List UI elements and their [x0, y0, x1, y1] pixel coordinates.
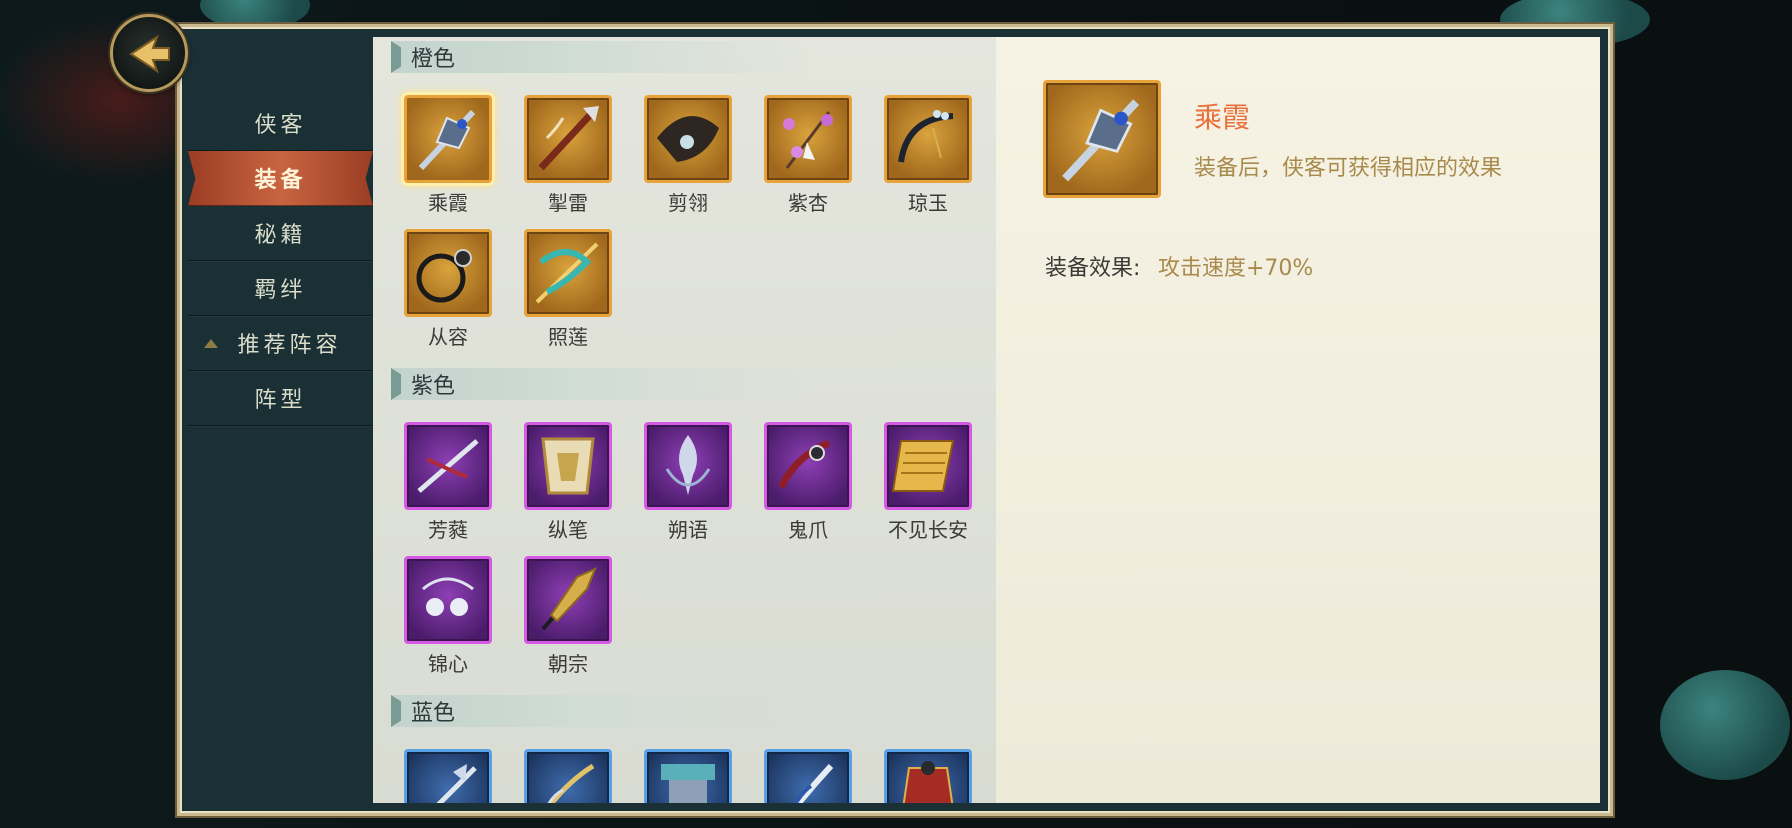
equipment-item[interactable]: 不见长安 [883, 422, 973, 543]
equipment-name: 朝宗 [548, 652, 588, 676]
nav-item-label: 羁绊 [254, 278, 307, 303]
equipment-item[interactable]: 剪翎 [643, 95, 733, 216]
equipment-item[interactable]: 掣雷 [523, 95, 613, 216]
equipment-item[interactable]: 从容 [403, 229, 493, 350]
equipment-name: 从容 [428, 325, 468, 349]
nav-item-label: 阵型 [254, 388, 307, 413]
equipment-item[interactable]: 朔语 [643, 422, 733, 543]
equipment-item[interactable]: 芳蕤 [403, 422, 493, 543]
halberd-icon [404, 749, 492, 803]
nav-item-recommended-lineup[interactable]: 推荐阵容 [188, 316, 373, 371]
nav-item-heroes[interactable]: 侠客 [188, 96, 373, 151]
back-arrow-icon [129, 34, 170, 74]
armor-plate-icon [524, 422, 612, 510]
equipment-item[interactable]: 朝宗 [523, 556, 613, 677]
effect-value: 攻击速度+70% [1158, 256, 1314, 281]
equipment-name: 芳蕤 [428, 518, 468, 542]
spearhead-icon [524, 556, 612, 644]
nav-item-bonds[interactable]: 羁绊 [188, 261, 373, 316]
staff-weapon-icon [404, 95, 492, 183]
section-header-purple: 紫色 [391, 368, 811, 400]
brush-icon [524, 749, 612, 803]
section-title: 橙色 [411, 47, 456, 72]
equipment-name: 照莲 [548, 325, 588, 349]
equipment-item[interactable] [523, 749, 613, 803]
robe-icon [884, 749, 972, 803]
equipment-item[interactable]: 紫杏 [763, 95, 853, 216]
spear-weapon-icon [524, 95, 612, 183]
equipment-item[interactable]: 照莲 [523, 229, 613, 350]
equipment-name: 鬼爪 [788, 518, 828, 542]
nav-item-manuals[interactable]: 秘籍 [188, 206, 373, 261]
blade-icon [764, 749, 852, 803]
equipment-item[interactable]: 鬼爪 [763, 422, 853, 543]
section-header-orange: 橙色 [391, 41, 811, 73]
ring-chain-icon [404, 229, 492, 317]
equipment-name: 不见长安 [888, 518, 968, 542]
equipment-item[interactable]: 纵笔 [523, 422, 613, 543]
section-title: 蓝色 [411, 701, 456, 726]
ribbon-blade-icon [524, 229, 612, 317]
nav-item-label: 装备 [254, 167, 307, 193]
section-title: 紫色 [411, 374, 456, 399]
equipment-name: 剪翎 [668, 191, 708, 215]
effect-label: 装备效果: [1045, 256, 1141, 281]
spirit-icon [644, 422, 732, 510]
fan-weapon-icon [644, 95, 732, 183]
pine-foliage-decoration [1660, 670, 1790, 780]
equipment-name: 朔语 [668, 518, 708, 542]
equipment-name: 紫杏 [788, 191, 828, 215]
equipment-name: 掣雷 [548, 191, 588, 215]
twin-blade-icon [404, 422, 492, 510]
armor-icon [644, 749, 732, 803]
selected-equipment-description: 装备后，侠客可获得相应的效果 [1194, 156, 1503, 181]
nav-item-label: 秘籍 [254, 223, 307, 248]
equipment-name: 琼玉 [908, 191, 948, 215]
equipment-item[interactable]: 锦心 [403, 556, 493, 677]
back-button[interactable] [110, 14, 188, 92]
flower-brush-icon [764, 95, 852, 183]
nav-item-label: 侠客 [254, 113, 307, 138]
nav-item-formation[interactable]: 阵型 [188, 371, 373, 426]
equipment-item[interactable]: 琼玉 [883, 95, 973, 216]
scroll-icon [884, 422, 972, 510]
staff-weapon-icon [1043, 80, 1161, 198]
equipment-item[interactable] [763, 749, 853, 803]
equipment-item[interactable]: 乘霞 [403, 95, 493, 216]
equipment-item[interactable] [403, 749, 493, 803]
equipment-item[interactable] [643, 749, 733, 803]
nav-item-equipment[interactable]: 装备 [188, 151, 373, 206]
nav-item-label: 推荐阵容 [237, 333, 342, 358]
claw-icon [764, 422, 852, 510]
section-header-blue: 蓝色 [391, 695, 811, 727]
selected-equipment-name: 乘霞 [1194, 101, 1251, 134]
sidebar-nav: 侠客 装备 秘籍 羁绊 推荐阵容 阵型 [188, 96, 373, 804]
equipment-name: 锦心 [428, 652, 468, 676]
equipment-name: 纵笔 [548, 518, 588, 542]
expand-triangle-icon [204, 339, 218, 348]
equipment-list-panel[interactable]: 橙色 乘霞 掣雷 剪翎 紫杏 琼玉 从容 照莲 紫色 芳蕤 纵笔 朔语 鬼爪 不… [373, 37, 996, 803]
equipment-item[interactable] [883, 749, 973, 803]
equipment-name: 乘霞 [428, 191, 468, 215]
jade-whip-icon [884, 95, 972, 183]
bell-charm-icon [404, 556, 492, 644]
